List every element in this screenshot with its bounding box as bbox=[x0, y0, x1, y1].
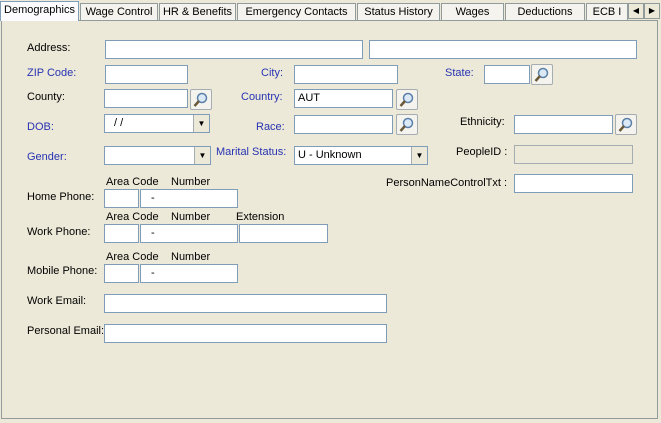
gender-label: Gender: bbox=[27, 151, 67, 163]
arrow-right-icon[interactable]: ▶ bbox=[644, 3, 660, 19]
tab-wages[interactable]: Wages bbox=[441, 3, 504, 20]
mobile-phone-label: Mobile Phone: bbox=[27, 265, 98, 277]
state-lookup-button[interactable] bbox=[531, 64, 553, 85]
area-code-header: Area Code bbox=[106, 176, 159, 188]
state-label: State: bbox=[445, 67, 474, 79]
peopleid-label: PeopleID : bbox=[456, 146, 508, 158]
work-email-label: Work Email: bbox=[27, 295, 87, 307]
ethnicity-lookup-button[interactable] bbox=[615, 114, 637, 135]
chevron-down-icon[interactable]: ▼ bbox=[193, 115, 209, 132]
work-phone-extension-field[interactable] bbox=[239, 224, 328, 243]
home-phone-number-field[interactable]: - bbox=[140, 189, 238, 208]
magnifier-icon bbox=[193, 92, 208, 107]
home-phone-area-field[interactable] bbox=[104, 189, 139, 208]
race-label: Race: bbox=[256, 121, 285, 133]
area-code-header: Area Code bbox=[106, 251, 159, 263]
address-label: Address: bbox=[27, 42, 71, 54]
number-header: Number bbox=[171, 176, 211, 188]
magnifier-icon bbox=[618, 117, 633, 132]
zip-label: ZIP Code: bbox=[27, 67, 77, 79]
arrow-left-icon[interactable]: ◀ bbox=[628, 3, 644, 19]
state-field[interactable] bbox=[484, 65, 530, 84]
county-label: County: bbox=[27, 91, 65, 103]
area-code-header: Area Code bbox=[106, 211, 159, 223]
county-field[interactable] bbox=[104, 89, 188, 108]
country-label: Country: bbox=[241, 91, 283, 103]
personal-email-label: Personal Email: bbox=[27, 325, 105, 337]
country-lookup-button[interactable] bbox=[396, 89, 418, 110]
dob-label: DOB: bbox=[27, 121, 54, 133]
chevron-down-icon[interactable]: ▼ bbox=[411, 147, 427, 164]
ethnicity-label: Ethnicity: bbox=[460, 116, 505, 128]
city-label: City: bbox=[261, 67, 283, 79]
work-email-field[interactable] bbox=[104, 294, 387, 313]
work-phone-area-field[interactable] bbox=[104, 224, 139, 243]
tab-emergency-contacts[interactable]: Emergency Contacts bbox=[237, 3, 356, 20]
zip-field[interactable] bbox=[105, 65, 188, 84]
work-phone-number-field[interactable]: - bbox=[140, 224, 238, 243]
number-header: Number bbox=[171, 251, 211, 263]
address-line1-field[interactable] bbox=[105, 40, 363, 59]
work-phone-label: Work Phone: bbox=[27, 226, 91, 238]
extension-header: Extension bbox=[236, 211, 285, 223]
personal-email-field[interactable] bbox=[104, 324, 387, 343]
magnifier-icon bbox=[399, 117, 414, 132]
county-lookup-button[interactable] bbox=[190, 89, 212, 110]
tab-strip: Demographics Wage Control HR & Benefits … bbox=[0, 0, 661, 21]
city-field[interactable] bbox=[294, 65, 398, 84]
tab-wage-control[interactable]: Wage Control bbox=[80, 3, 158, 20]
mobile-phone-area-field[interactable] bbox=[104, 264, 139, 283]
marital-status-label: Marital Status: bbox=[216, 146, 287, 158]
number-header: Number bbox=[171, 211, 211, 223]
marital-status-select[interactable]: U - Unknown ▼ bbox=[294, 146, 428, 165]
address-line2-field[interactable] bbox=[369, 40, 637, 59]
tab-hr-benefits[interactable]: HR & Benefits bbox=[159, 3, 236, 20]
magnifier-icon bbox=[534, 67, 549, 82]
ethnicity-field[interactable] bbox=[514, 115, 613, 134]
chevron-down-icon[interactable]: ▼ bbox=[194, 147, 210, 164]
mobile-phone-number-field[interactable]: - bbox=[140, 264, 238, 283]
tab-status-history[interactable]: Status History bbox=[357, 3, 440, 20]
person-name-control-label: PersonNameControlTxt : bbox=[386, 177, 508, 189]
tab-demographics[interactable]: Demographics bbox=[0, 1, 79, 21]
race-lookup-button[interactable] bbox=[396, 114, 418, 135]
dob-value: / / bbox=[114, 117, 124, 129]
home-phone-label: Home Phone: bbox=[27, 191, 95, 203]
magnifier-icon bbox=[399, 92, 414, 107]
person-name-control-field[interactable] bbox=[514, 174, 633, 193]
peopleid-field bbox=[514, 145, 633, 164]
marital-status-value: U - Unknown bbox=[298, 149, 362, 161]
dob-picker[interactable]: / / ▼ bbox=[104, 114, 210, 133]
race-field[interactable] bbox=[294, 115, 393, 134]
tab-deductions[interactable]: Deductions bbox=[505, 3, 585, 20]
country-field[interactable]: AUT bbox=[294, 89, 393, 108]
tab-ecb[interactable]: ECB I bbox=[586, 3, 628, 20]
gender-select[interactable]: ▼ bbox=[104, 146, 211, 165]
